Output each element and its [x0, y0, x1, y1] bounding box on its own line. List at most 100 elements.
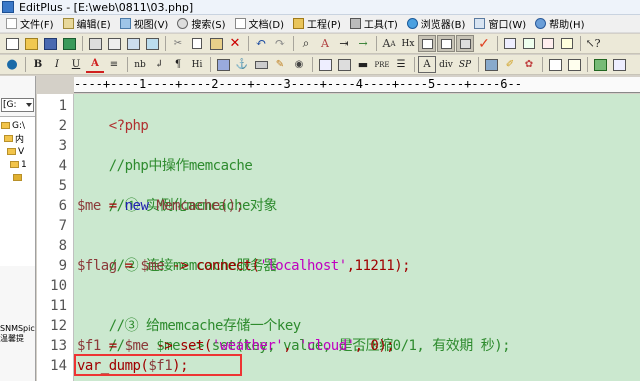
hr-icon[interactable]: ▬	[354, 56, 372, 73]
image-icon[interactable]	[214, 56, 232, 73]
line-number: 1	[58, 98, 67, 114]
line-number: 6	[58, 198, 67, 214]
cliptext-window-icon[interactable]	[520, 35, 538, 52]
menu-window[interactable]: 窗口(W)	[472, 16, 533, 31]
paste-icon[interactable]	[207, 35, 225, 52]
title-bar: EditPlus - [E:\web\0811\03.php]	[0, 0, 640, 15]
menu-search[interactable]: 搜索(S)	[175, 16, 232, 31]
directory-panel: [G: G:\ 内 V 1 SNMSpic 温馨提	[0, 76, 36, 381]
paragraph-button[interactable]: ¶	[169, 56, 187, 73]
window-icon	[474, 18, 486, 29]
link-icon[interactable]	[252, 56, 270, 73]
ruler-icon[interactable]	[456, 35, 474, 52]
code-token: =	[100, 198, 125, 214]
pencil-icon[interactable]: ✎	[271, 56, 289, 73]
checkmark-icon[interactable]: ✓	[475, 35, 493, 52]
tree-item-label: G:\	[12, 120, 26, 131]
fullscreen-icon[interactable]	[558, 35, 576, 52]
redo-icon[interactable]: ↷	[271, 35, 289, 52]
font-color-button[interactable]: A	[86, 56, 104, 73]
drive-select[interactable]: [G:	[1, 98, 34, 112]
layout-icon[interactable]	[546, 56, 564, 73]
tree-item[interactable]: 1	[10, 158, 27, 171]
browser-icon[interactable]	[610, 56, 628, 73]
tree-item[interactable]: V	[7, 145, 24, 158]
menu-browser[interactable]: 浏览器(B)	[405, 16, 473, 31]
italic-button[interactable]: I	[48, 56, 66, 73]
tree-item[interactable]: G:\	[1, 119, 25, 132]
font-button[interactable]: A	[418, 56, 436, 73]
center-icon[interactable]: ☰	[392, 56, 410, 73]
palette-icon[interactable]: ✿	[520, 56, 538, 73]
replace-icon[interactable]: A	[316, 35, 334, 52]
browser-preview-icon[interactable]	[143, 35, 161, 52]
print-icon[interactable]	[86, 35, 104, 52]
preview-icon[interactable]	[591, 56, 609, 73]
goto-line-icon[interactable]: →	[354, 35, 372, 52]
copy-icon[interactable]	[188, 35, 206, 52]
code-line: //php中操作memcache	[77, 136, 253, 174]
frame-icon[interactable]	[565, 56, 583, 73]
cut-icon[interactable]: ✂	[169, 35, 187, 52]
bold-button[interactable]: B	[29, 56, 47, 73]
output-window-icon[interactable]	[539, 35, 557, 52]
print-preview-icon[interactable]	[105, 35, 123, 52]
menu-file[interactable]: 文件(F)	[4, 16, 61, 31]
nbsp-button[interactable]: nb	[131, 56, 149, 73]
line-number-icon[interactable]	[437, 35, 455, 52]
code-line: $flag = $me -> connect('localhost',11211…	[77, 256, 411, 276]
line-number: 12	[50, 318, 67, 334]
menu-view[interactable]: 视图(V)	[118, 16, 176, 31]
font-size-icon[interactable]: AA	[380, 35, 398, 52]
list-icon[interactable]: ≡	[105, 56, 123, 73]
menu-bar: 文件(F) 编辑(E) 视图(V) 搜索(S) 文档(D) 工程(P) 工具(T…	[0, 15, 640, 33]
globe-icon[interactable]: ●	[3, 56, 21, 73]
menu-edit[interactable]: 编辑(E)	[61, 16, 118, 31]
form-icon[interactable]	[335, 56, 353, 73]
file-item[interactable]: SNMSpic	[0, 324, 35, 334]
color-picker-icon[interactable]: ◉	[290, 56, 308, 73]
word-wrap-icon[interactable]	[418, 35, 436, 52]
delete-icon[interactable]: ✕	[226, 35, 244, 52]
line-number: 3	[58, 138, 67, 154]
undo-icon[interactable]: ↶	[252, 35, 270, 52]
toolbar-separator	[497, 36, 498, 51]
tree-item-selected[interactable]	[13, 171, 24, 184]
menu-help[interactable]: 帮助(H)	[533, 16, 591, 31]
find-next-icon[interactable]: ⇥	[335, 35, 353, 52]
open-folder-icon[interactable]	[22, 35, 40, 52]
code-line: // $me -> set(key, value, 是否压缩0/1, 有效期 秒…	[77, 316, 511, 354]
table-icon[interactable]	[316, 56, 334, 73]
help-pointer-icon[interactable]: ↖?	[584, 35, 602, 52]
anchor-icon[interactable]: ⚓	[233, 56, 251, 73]
pre-button[interactable]: PRE	[373, 56, 391, 73]
menu-project[interactable]: 工程(P)	[291, 16, 348, 31]
edit-icon	[62, 18, 74, 29]
highlighter-icon[interactable]: ✐	[501, 56, 519, 73]
line-number: 14	[50, 358, 67, 374]
br-button[interactable]: ↲	[150, 56, 168, 73]
line-number: 2	[58, 118, 67, 134]
hx-icon[interactable]: Hx	[399, 35, 417, 52]
new-file-icon[interactable]	[3, 35, 21, 52]
heading-button[interactable]: Hi	[188, 56, 206, 73]
div-button[interactable]: div	[437, 56, 455, 73]
edit-tag-icon[interactable]	[482, 56, 500, 73]
span-button[interactable]: SP	[456, 56, 474, 73]
toolbar-separator	[542, 57, 543, 72]
code-editor[interactable]: 1 2 3 4 5 6 7 8 9 10 11 12 13 14 <?php /…	[37, 94, 640, 381]
file-item[interactable]: 温馨提	[0, 334, 35, 344]
save-icon[interactable]	[41, 35, 59, 52]
underline-button[interactable]: U	[67, 56, 85, 73]
menu-document[interactable]: 文档(D)	[233, 16, 292, 31]
spellcheck-icon[interactable]	[124, 35, 142, 52]
toolbar-separator	[478, 57, 479, 72]
file-list: SNMSpic 温馨提	[0, 324, 35, 344]
tree-item[interactable]: 内	[4, 132, 24, 145]
code-token: ,	[283, 338, 300, 354]
find-icon[interactable]: ⌕	[297, 35, 315, 52]
window-title: EditPlus - [E:\web\0811\03.php]	[19, 0, 194, 14]
save-all-icon[interactable]	[60, 35, 78, 52]
directory-window-icon[interactable]	[501, 35, 519, 52]
menu-tools[interactable]: 工具(T)	[348, 16, 405, 31]
